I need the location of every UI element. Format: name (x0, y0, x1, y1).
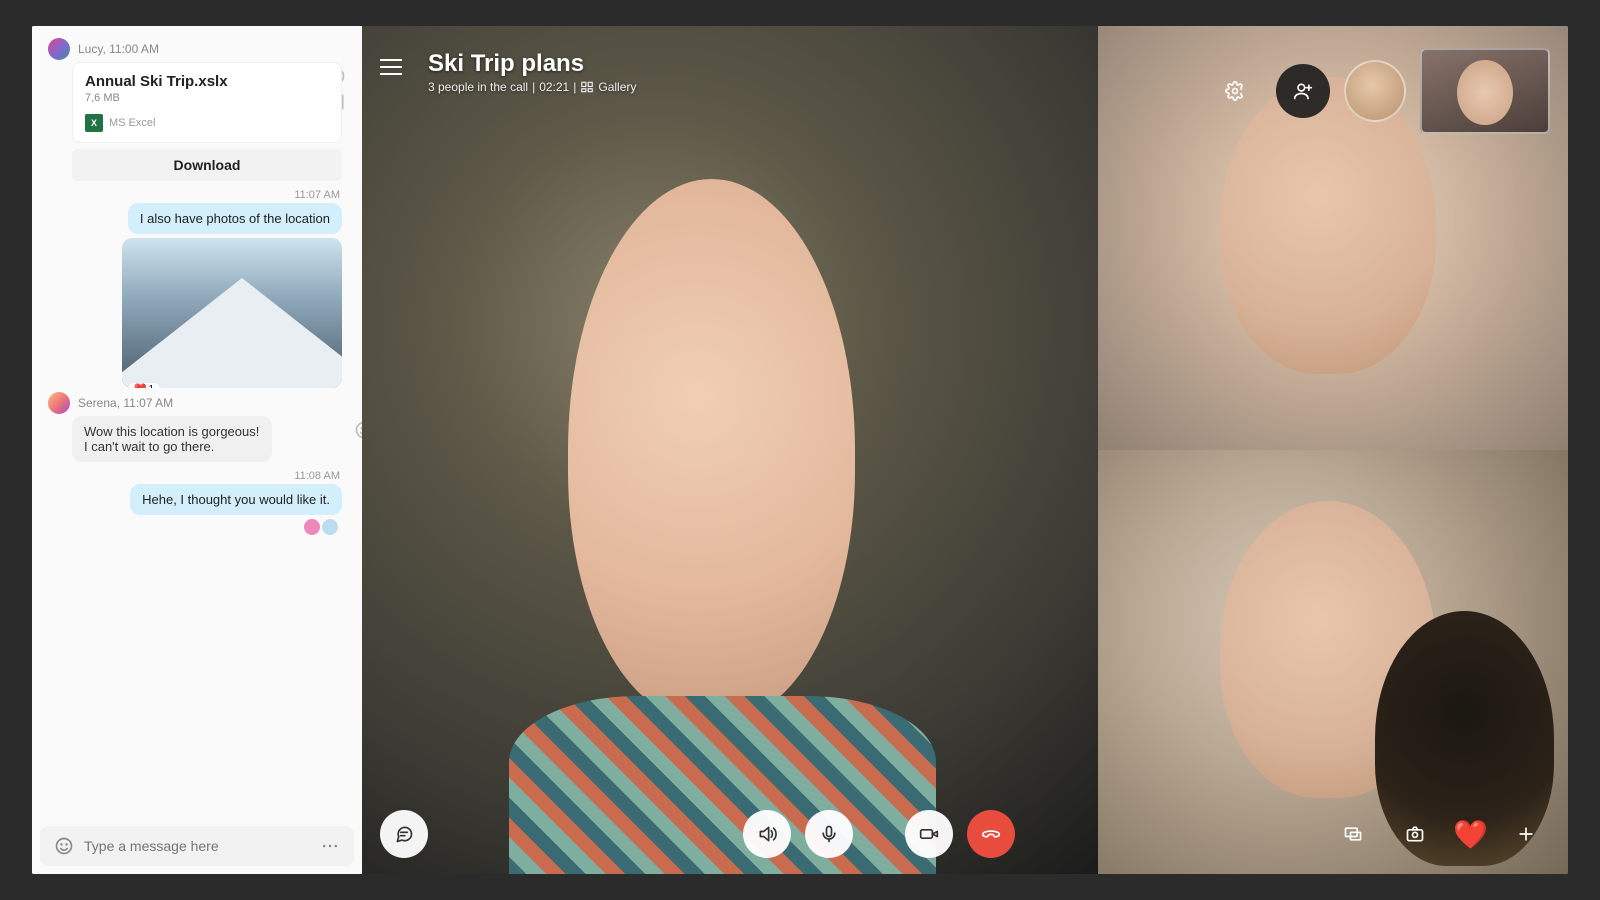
app-window: Lucy, 11:00 AM Annual Ski Trip.xslx 7,6 … (32, 26, 1568, 874)
read-receipts (44, 519, 338, 535)
chat-scroll[interactable]: Lucy, 11:00 AM Annual Ski Trip.xslx 7,6 … (32, 26, 362, 818)
receipt-avatar (322, 519, 338, 535)
chat-toggle-button[interactable] (380, 810, 428, 858)
sender-text: Serena, 11:07 AM (78, 396, 173, 410)
message-own-1[interactable]: I also have photos of the location (128, 203, 342, 234)
sender-text: Lucy, 11:00 AM (78, 42, 159, 56)
react-icon[interactable] (354, 420, 362, 438)
call-controls: ❤️ (362, 810, 1568, 858)
receipt-avatar (304, 519, 320, 535)
emoji-icon[interactable] (54, 836, 74, 856)
call-top-controls (1208, 48, 1550, 134)
file-size: 7,6 MB (85, 92, 329, 104)
side-video-grid (1098, 26, 1568, 874)
menu-icon[interactable] (380, 50, 414, 84)
reaction-badge[interactable]: ❤️ 1 (128, 383, 160, 388)
settings-button[interactable] (1208, 64, 1262, 118)
more-options-button[interactable] (1502, 810, 1550, 858)
call-area: Ski Trip plans 3 people in the call | 02… (362, 26, 1568, 874)
timestamp: 11:07 AM (44, 189, 340, 201)
file-name: Annual Ski Trip.xslx (85, 73, 329, 90)
call-header: Ski Trip plans 3 people in the call | 02… (380, 50, 636, 94)
reaction-heart-button[interactable]: ❤️ (1453, 818, 1488, 851)
avatar-serena (48, 392, 70, 414)
compose-bar (40, 826, 354, 866)
message-other-1[interactable]: Wow this location is gorgeous! I can't w… (72, 416, 272, 462)
share-screen-button[interactable] (1329, 810, 1377, 858)
chat-panel: Lucy, 11:00 AM Annual Ski Trip.xslx 7,6 … (32, 26, 362, 874)
speaker-button[interactable] (743, 810, 791, 858)
call-title: Ski Trip plans (428, 50, 636, 78)
self-preview[interactable] (1420, 48, 1550, 134)
file-type: MS Excel (109, 117, 155, 129)
camera-button[interactable] (905, 810, 953, 858)
heart-icon: ❤️ (134, 384, 146, 388)
call-subtitle: 3 people in the call | 02:21 | Gallery (428, 80, 636, 94)
message-sender-serena: Serena, 11:07 AM (48, 392, 350, 414)
message-own-2[interactable]: Hehe, I thought you would like it. (130, 484, 342, 515)
download-button[interactable]: Download (72, 149, 342, 181)
avatar-lucy (48, 38, 70, 60)
reaction-count: 1 (148, 384, 154, 388)
participant-avatar[interactable] (1344, 60, 1406, 122)
excel-icon: X (85, 114, 103, 132)
photo-attachment[interactable]: ❤️ 1 (122, 238, 342, 388)
more-icon[interactable] (320, 836, 340, 856)
main-video[interactable] (362, 26, 1098, 874)
timestamp: 11:08 AM (44, 470, 340, 482)
snapshot-button[interactable] (1391, 810, 1439, 858)
add-participant-button[interactable] (1276, 64, 1330, 118)
end-call-button[interactable] (967, 810, 1015, 858)
microphone-button[interactable] (805, 810, 853, 858)
message-input[interactable] (84, 838, 310, 854)
file-attachment[interactable]: Annual Ski Trip.xslx 7,6 MB X MS Excel (72, 62, 342, 143)
message-sender-lucy: Lucy, 11:00 AM (48, 38, 350, 60)
